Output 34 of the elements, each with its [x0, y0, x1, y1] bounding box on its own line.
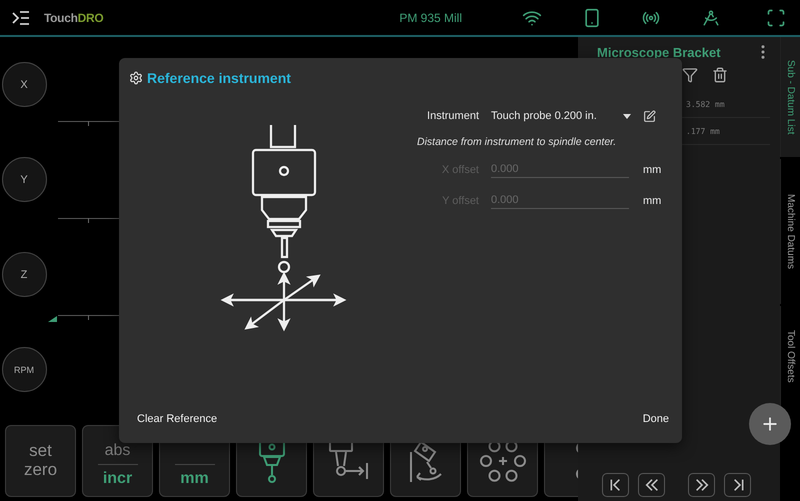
unit-label: mm	[643, 194, 662, 206]
axis-button[interactable]: Y	[2, 157, 46, 202]
marker-icon	[48, 316, 57, 322]
nav-button[interactable]	[638, 473, 665, 497]
double-chevron-left-icon	[644, 477, 660, 493]
trash-icon[interactable]	[712, 67, 728, 83]
axis-button[interactable]: RPM	[2, 347, 46, 392]
side-tab[interactable]: Sub - Datum List	[780, 37, 800, 157]
clear-reference-button[interactable]: Clear Reference	[137, 411, 218, 427]
nav-button[interactable]	[602, 473, 629, 497]
menu-icon[interactable]	[12, 10, 30, 24]
nav-button[interactable]	[688, 473, 715, 497]
dialog-title: Reference instrument	[147, 70, 291, 86]
settings-icon	[129, 71, 143, 85]
caret-icon	[623, 114, 631, 118]
datum-value: .177 mm	[686, 126, 720, 136]
fullscreen-icon[interactable]	[766, 8, 786, 28]
logo: TouchDRO	[44, 10, 104, 24]
datum-value: 3.582 mm	[686, 100, 725, 108]
axis-button[interactable]: Z	[2, 252, 46, 297]
nav-button[interactable]	[724, 473, 751, 497]
compass-icon[interactable]	[702, 8, 720, 26]
edit-icon[interactable]	[643, 110, 656, 122]
hint-text: Distance from instrument to spindle center.	[416, 135, 618, 150]
filter-icon[interactable]	[682, 67, 698, 83]
panel-title: Microscope Bracket	[597, 44, 722, 60]
unit-label: mm	[643, 164, 662, 176]
instrument-label: Instrument	[426, 110, 479, 122]
double-chevron-right-icon	[694, 477, 710, 493]
done-button[interactable]: Done	[642, 411, 669, 427]
axis-button[interactable]: X	[2, 62, 46, 107]
instrument-dropdown[interactable]: Touch probe 0.200 in.	[491, 110, 631, 122]
machine-name: PM 935 Mill	[399, 10, 462, 24]
set-zero-button[interactable]: set zero	[5, 425, 76, 497]
